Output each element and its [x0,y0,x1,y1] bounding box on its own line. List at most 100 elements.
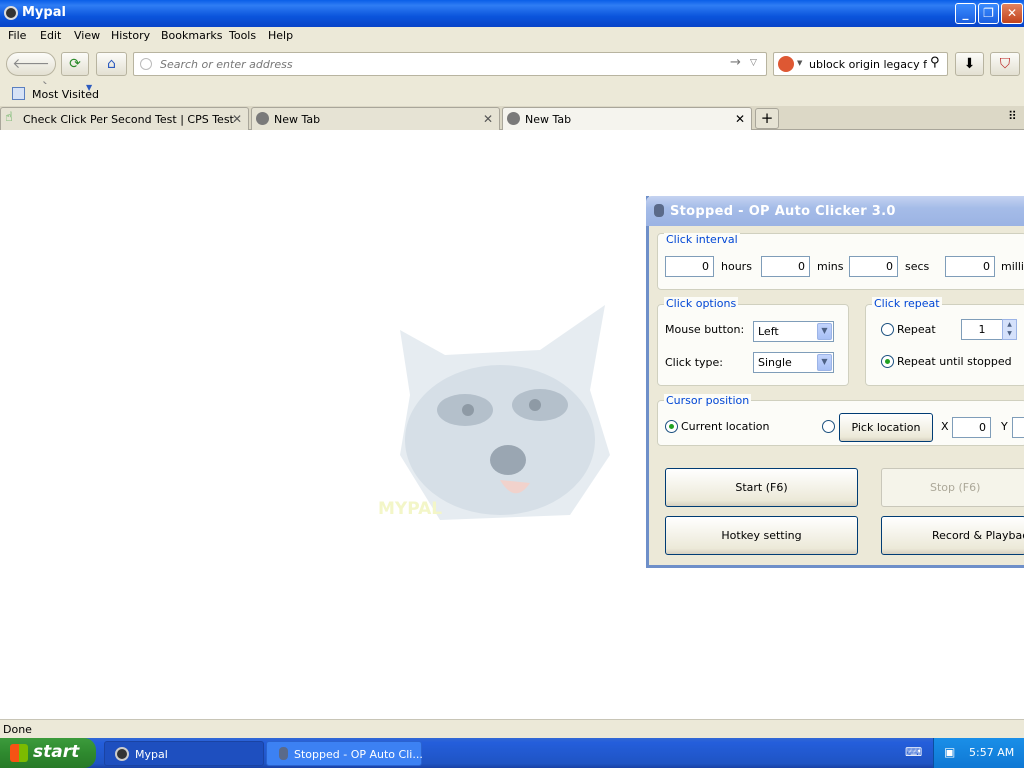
search-magnifier-icon[interactable]: ⚲ [930,55,940,70]
status-text: Done [3,723,32,736]
url-bar[interactable]: Search or enter address → ▽ [133,52,767,76]
start-button-taskbar[interactable]: start [0,738,96,768]
mypal-taskbar-icon [115,747,129,761]
mouse-button-value: Left [758,325,779,338]
start-button[interactable]: Start (F6) [665,468,858,507]
raccoon-logo [400,305,610,520]
click-type-select[interactable]: Single ▼ [753,352,834,373]
home-button[interactable]: ⌂ [96,52,127,76]
search-bar[interactable]: ▼ ublock origin legacy firef ⚲ [773,52,948,76]
menu-help[interactable]: Help [268,29,293,42]
tab-label: Check Click Per Second Test | CPS Test [23,113,234,126]
window-title: Mypal [22,5,66,20]
go-arrow-icon[interactable]: → [730,55,741,70]
back-forward-buttons[interactable]: 🡐 🡒 [6,52,56,94]
current-location-radio[interactable] [665,420,678,433]
system-tray: ▣ 5:57 AM [933,738,1024,768]
taskbar-item-label: Mypal [135,748,168,761]
mypal-app-icon [4,6,18,20]
record-playback-button[interactable]: Record & Playback [881,516,1024,555]
new-tab-button[interactable]: + [755,108,779,129]
cursor-position-label: Cursor position [664,394,752,407]
network-icon[interactable]: ▣ [944,745,955,759]
maximize-button[interactable]: ❐ [978,3,999,24]
tab-cps-test[interactable]: ☝ Check Click Per Second Test | CPS Test… [0,107,249,130]
downloads-button[interactable]: ⬇ [955,52,984,76]
start-label: start [33,742,80,762]
bookmarks-toolbar: Most Visited ▼ [0,83,1024,106]
click-repeat-group [865,304,1024,386]
reload-button[interactable]: ⟳ [61,52,89,76]
taskbar-item-label: Stopped - OP Auto Cli... [294,748,423,761]
pick-location-radio[interactable] [822,420,835,433]
menu-tools[interactable]: Tools [229,29,256,42]
repeat-count-spinner[interactable]: ▲ ▼ [1002,319,1017,340]
mouse-taskbar-icon [279,747,288,760]
globe-icon [507,112,520,125]
tab-new-tab-1[interactable]: New Tab ✕ [251,107,500,130]
reload-icon: ⟳ [69,56,81,72]
taskbar-item-mypal[interactable]: Mypal [104,741,264,766]
close-tab-icon[interactable]: ✕ [483,112,493,126]
secs-input[interactable]: 0 [849,256,898,277]
windows-logo-icon [10,744,28,762]
ublock-shield-icon: ⛉ [999,56,1011,72]
close-tab-icon[interactable]: ✕ [735,112,745,126]
close-tab-icon[interactable]: ✕ [232,112,242,126]
duckduckgo-icon[interactable] [778,56,794,72]
chevron-down-icon[interactable]: ▼ [817,323,832,340]
millis-label: millise [1001,260,1024,273]
auto-clicker-title-bar[interactable]: Stopped - OP Auto Clicker 3.0 [646,196,1024,226]
menu-file[interactable]: File [8,29,26,42]
download-arrow-icon: ⬇ [963,56,976,72]
tab-groups-icon[interactable]: ⠿ [1008,109,1017,123]
mouse-button-select[interactable]: Left ▼ [753,321,834,342]
url-dropdown-icon[interactable]: ▽ [750,58,757,68]
click-options-label: Click options [664,297,739,310]
home-icon: ⌂ [107,56,116,72]
search-input[interactable]: ublock origin legacy firef [809,58,927,71]
taskbar-item-autoclicker[interactable]: Stopped - OP Auto Cli... [266,741,423,766]
y-input[interactable] [1012,417,1024,438]
hand-cursor-icon: ☝ [5,110,13,125]
menu-bar: File Edit View History Bookmarks Tools H… [0,27,1024,46]
tab-label: New Tab [525,113,572,126]
drop-marker-icon: ▼ [86,83,93,92]
search-engine-dropdown-icon[interactable]: ▼ [797,59,802,67]
menu-view[interactable]: View [74,29,100,42]
globe-icon [256,112,269,125]
secs-label: secs [905,260,930,273]
mouse-app-icon [654,204,664,217]
repeat-until-stopped-label: Repeat until stopped [897,355,1012,368]
status-bar: Done [0,719,1024,738]
repeat-count-input[interactable]: 1 [961,319,1003,340]
title-bar: Mypal _ ❐ ✕ [0,0,1024,27]
back-arrow-icon[interactable]: 🡐 [12,56,50,72]
x-input[interactable]: 0 [952,417,991,438]
close-button[interactable]: ✕ [1001,3,1023,24]
tab-label: New Tab [274,113,321,126]
pick-location-button[interactable]: Pick location [839,413,933,442]
menu-bookmarks[interactable]: Bookmarks [161,29,222,42]
y-label: Y [1001,420,1008,433]
mins-input[interactable]: 0 [761,256,810,277]
hours-label: hours [721,260,752,273]
clock[interactable]: 5:57 AM [969,746,1014,759]
keyboard-icon[interactable]: ⌨ [905,745,922,759]
mins-label: mins [817,260,844,273]
millis-input[interactable]: 0 [945,256,995,277]
menu-history[interactable]: History [111,29,150,42]
repeat-label: Repeat [897,323,936,336]
ublock-button[interactable]: ⛉ [990,52,1020,76]
repeat-until-stopped-radio[interactable] [881,355,894,368]
tab-new-tab-2[interactable]: New Tab ✕ [502,107,752,130]
hours-input[interactable]: 0 [665,256,714,277]
click-options-group [657,304,849,386]
hotkey-setting-button[interactable]: Hotkey setting [665,516,858,555]
url-input-placeholder[interactable]: Search or enter address [160,58,293,71]
site-identity-icon[interactable] [140,58,152,70]
repeat-radio[interactable] [881,323,894,336]
menu-edit[interactable]: Edit [40,29,61,42]
minimize-button[interactable]: _ [955,3,976,24]
chevron-down-icon[interactable]: ▼ [817,354,832,371]
